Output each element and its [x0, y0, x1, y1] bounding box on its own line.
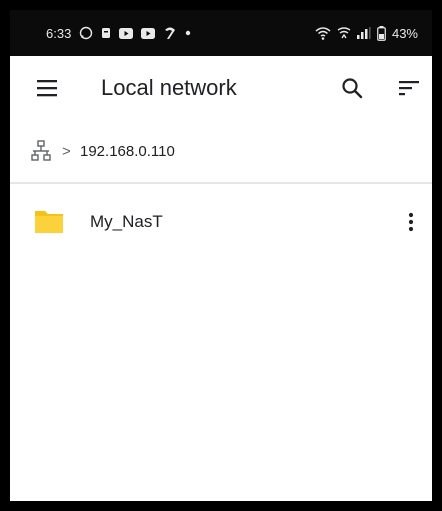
page-title: Local network	[101, 75, 237, 100]
more-vert-icon[interactable]	[406, 212, 416, 232]
youtube-icon	[141, 27, 156, 39]
app-icon	[163, 26, 177, 40]
network-icon	[30, 140, 52, 162]
wifi-calling-icon	[337, 26, 351, 40]
breadcrumb-separator: >	[62, 142, 71, 160]
wifi-icon	[315, 26, 331, 40]
status-bar: 6:33 43%	[10, 10, 432, 56]
menu-icon[interactable]	[36, 78, 58, 98]
search-icon[interactable]	[340, 76, 364, 100]
app-bar: Local network	[10, 56, 432, 120]
youtube-icon	[119, 27, 134, 39]
signal-icon	[356, 27, 371, 39]
breadcrumb: > 192.168.0.110	[10, 120, 432, 182]
notification-icon	[101, 27, 111, 39]
dot-icon	[185, 30, 191, 36]
sort-icon[interactable]	[398, 78, 420, 98]
status-left: 6:33	[46, 10, 191, 56]
file-name: My_NasT	[90, 212, 163, 231]
breadcrumb-item-ip[interactable]: 192.168.0.110	[80, 120, 175, 182]
battery-percent: 43%	[391, 25, 418, 41]
list-item[interactable]: My_NasT	[10, 200, 432, 244]
status-time: 6:33	[46, 25, 72, 41]
divider	[10, 182, 432, 184]
phone-screen: 6:33 43% Local network > 192.168.0.110 M…	[10, 10, 432, 501]
folder-icon	[34, 206, 64, 236]
battery-icon	[377, 25, 386, 41]
whatsapp-icon	[79, 26, 93, 40]
status-right: 43%	[315, 10, 418, 56]
